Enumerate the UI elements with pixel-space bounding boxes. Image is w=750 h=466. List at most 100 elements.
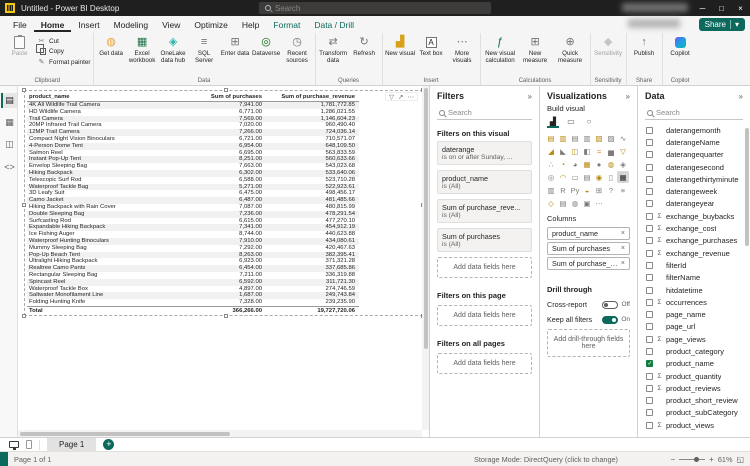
field-checkbox[interactable]: [646, 225, 653, 233]
visual-type-icon[interactable]: ▤: [545, 132, 557, 144]
visual-type-icon[interactable]: ▥: [557, 132, 569, 144]
ribbon-big-button[interactable]: ↻ Refresh: [349, 33, 380, 57]
zoom-in-icon[interactable]: +: [709, 455, 714, 464]
field-row[interactable]: page_name: [638, 308, 750, 320]
table-row[interactable]: Spincast Reel 6,592.00 311,721.30: [27, 278, 359, 286]
cross-report-toggle[interactable]: [602, 300, 619, 309]
visual-type-icon[interactable]: ▥: [545, 184, 557, 196]
table-view-icon[interactable]: ▦: [1, 115, 17, 130]
field-row[interactable]: page_url: [638, 321, 750, 333]
data-pane-scrollbar[interactable]: [745, 128, 749, 246]
data-search-box[interactable]: [645, 106, 743, 120]
ribbon-big-button[interactable]: ◎ Dataverse: [251, 33, 282, 57]
visual-type-icon[interactable]: ▽: [617, 145, 629, 157]
field-row[interactable]: product_short_review: [638, 395, 750, 407]
field-checkbox[interactable]: [646, 274, 653, 282]
data-search-input[interactable]: [656, 108, 741, 117]
visual-type-icon[interactable]: Py: [569, 184, 581, 196]
field-row[interactable]: product_category: [638, 345, 750, 357]
ribbon-tab[interactable]: File: [6, 18, 34, 32]
field-row[interactable]: product_subCategory: [638, 407, 750, 419]
add-fields-dropzone[interactable]: Add data fields here: [437, 257, 532, 278]
viz-pane-tab-icon[interactable]: ▟: [547, 116, 559, 128]
field-row[interactable]: Σ exchange_cost: [638, 222, 750, 234]
global-search-box[interactable]: [259, 2, 491, 14]
field-checkbox[interactable]: [646, 397, 653, 405]
table-row[interactable]: Pop-Up Beach Tent 8,263.00 382,395.41: [27, 251, 359, 259]
field-row[interactable]: filterName: [638, 272, 750, 284]
ribbon-big-button[interactable]: ◷ Recent sources: [282, 33, 313, 64]
visual-type-icon[interactable]: ◣: [557, 145, 569, 157]
copilot-button[interactable]: Copilot: [665, 33, 696, 57]
field-checkbox[interactable]: [646, 249, 653, 257]
table-row[interactable]: Compact Night Vision Binoculars 6,721.00…: [27, 136, 359, 143]
field-row[interactable]: daterangemonth: [638, 124, 750, 136]
copy-button[interactable]: Copy: [35, 44, 91, 55]
field-checkbox[interactable]: [646, 372, 653, 380]
filter-card[interactable]: Sum of purchase_reve... is (All): [437, 199, 532, 223]
canvas-horizontal-scrollbar[interactable]: [18, 430, 422, 437]
resize-handle[interactable]: [223, 314, 228, 318]
new-visual-button[interactable]: ▟ New visual: [385, 33, 416, 57]
filters-search-input[interactable]: [448, 108, 530, 117]
field-checkbox[interactable]: [646, 347, 653, 355]
field-row[interactable]: Σ occurrences: [638, 296, 750, 308]
table-row[interactable]: Ice Fishing Auger 8,744.00 440,623.88: [27, 231, 359, 238]
table-row[interactable]: Waterproof Hunting Binoculars 7,910.00 4…: [27, 237, 359, 245]
field-chip[interactable]: Sum of purchases ×: [547, 242, 630, 255]
ribbon-big-button[interactable]: ▦ Excel workbook: [127, 33, 158, 64]
sensitivity-button[interactable]: ◆ Sensitivity: [593, 33, 624, 57]
column-header-sum-purchases[interactable]: Sum of purchases: [177, 93, 262, 101]
field-checkbox[interactable]: [646, 261, 653, 269]
visual-type-icon[interactable]: ◕: [569, 158, 581, 170]
field-checkbox[interactable]: [646, 335, 653, 343]
visual-type-icon[interactable]: ▭: [569, 171, 581, 183]
filter-card[interactable]: product_name is (All): [437, 170, 532, 194]
field-row[interactable]: Σ exchange_buybacks: [638, 210, 750, 222]
field-row[interactable]: Σ exchange_revenue: [638, 247, 750, 259]
new-page-button[interactable]: +: [103, 439, 115, 450]
ribbon-big-button[interactable]: ≡ SQL Server: [189, 33, 220, 64]
collapse-pane-icon[interactable]: »: [528, 92, 532, 101]
canvas-vertical-scrollbar[interactable]: [422, 86, 429, 430]
table-row[interactable]: 3D Leafy Suit 6,475.00 498,456.17: [27, 190, 359, 197]
visual-type-icon[interactable]: ⋯: [593, 197, 605, 209]
visual-type-icon[interactable]: ▦: [581, 158, 593, 170]
minimize-button[interactable]: ─: [693, 0, 712, 16]
table-row[interactable]: Surfcasting Rod 6,615.00 477,270.10: [27, 218, 359, 225]
maximize-button[interactable]: □: [712, 0, 731, 16]
global-search-input[interactable]: [275, 3, 485, 13]
visual-type-icon[interactable]: ◎: [545, 171, 557, 183]
share-button[interactable]: Share ▾: [698, 17, 745, 31]
visual-type-icon[interactable]: ▤: [557, 197, 569, 209]
dax-query-view-icon[interactable]: <>: [1, 159, 17, 174]
ribbon-contextual-tab[interactable]: Data / Drill: [307, 18, 361, 32]
remove-field-icon[interactable]: ×: [621, 260, 625, 267]
visual-type-icon[interactable]: ≈: [593, 145, 605, 157]
table-row[interactable]: Trail Camera 7,569.00 1,146,604.23: [27, 115, 359, 123]
visual-type-icon[interactable]: ◔: [557, 158, 569, 170]
field-row[interactable]: Σ page_views: [638, 333, 750, 345]
field-checkbox[interactable]: [646, 151, 653, 159]
field-checkbox[interactable]: [646, 421, 653, 429]
visual-type-icon[interactable]: ◈: [617, 158, 629, 170]
ribbon-tab[interactable]: Modeling: [107, 18, 156, 32]
more-options-icon[interactable]: ⋯: [408, 93, 415, 101]
ribbon-tab[interactable]: Optimize: [187, 18, 235, 32]
desktop-layout-icon[interactable]: [9, 441, 19, 450]
visual-type-icon[interactable]: ▣: [581, 197, 593, 209]
publish-button[interactable]: ↑ Publish: [629, 33, 660, 57]
table-header-row[interactable]: product_name Sum of purchases Sum of pur…: [27, 93, 359, 102]
visual-type-icon[interactable]: ≡: [617, 184, 629, 196]
ribbon-big-button[interactable]: ƒ New visual calculation: [483, 33, 518, 64]
ribbon-big-button[interactable]: ⊞ New measure: [518, 33, 553, 64]
field-row[interactable]: filterId: [638, 259, 750, 271]
ribbon-big-button[interactable]: ◈ OneLake data hub: [158, 33, 189, 64]
visual-type-icon[interactable]: ∿: [617, 132, 629, 144]
field-checkbox[interactable]: [646, 175, 653, 183]
page-tab[interactable]: Page 1: [47, 437, 97, 452]
visual-type-icon[interactable]: ⊞: [593, 184, 605, 196]
field-chip[interactable]: product_name ×: [547, 227, 630, 240]
field-chip[interactable]: Sum of purchase_reve... ×: [547, 257, 630, 270]
field-row[interactable]: daterangequarter: [638, 149, 750, 161]
